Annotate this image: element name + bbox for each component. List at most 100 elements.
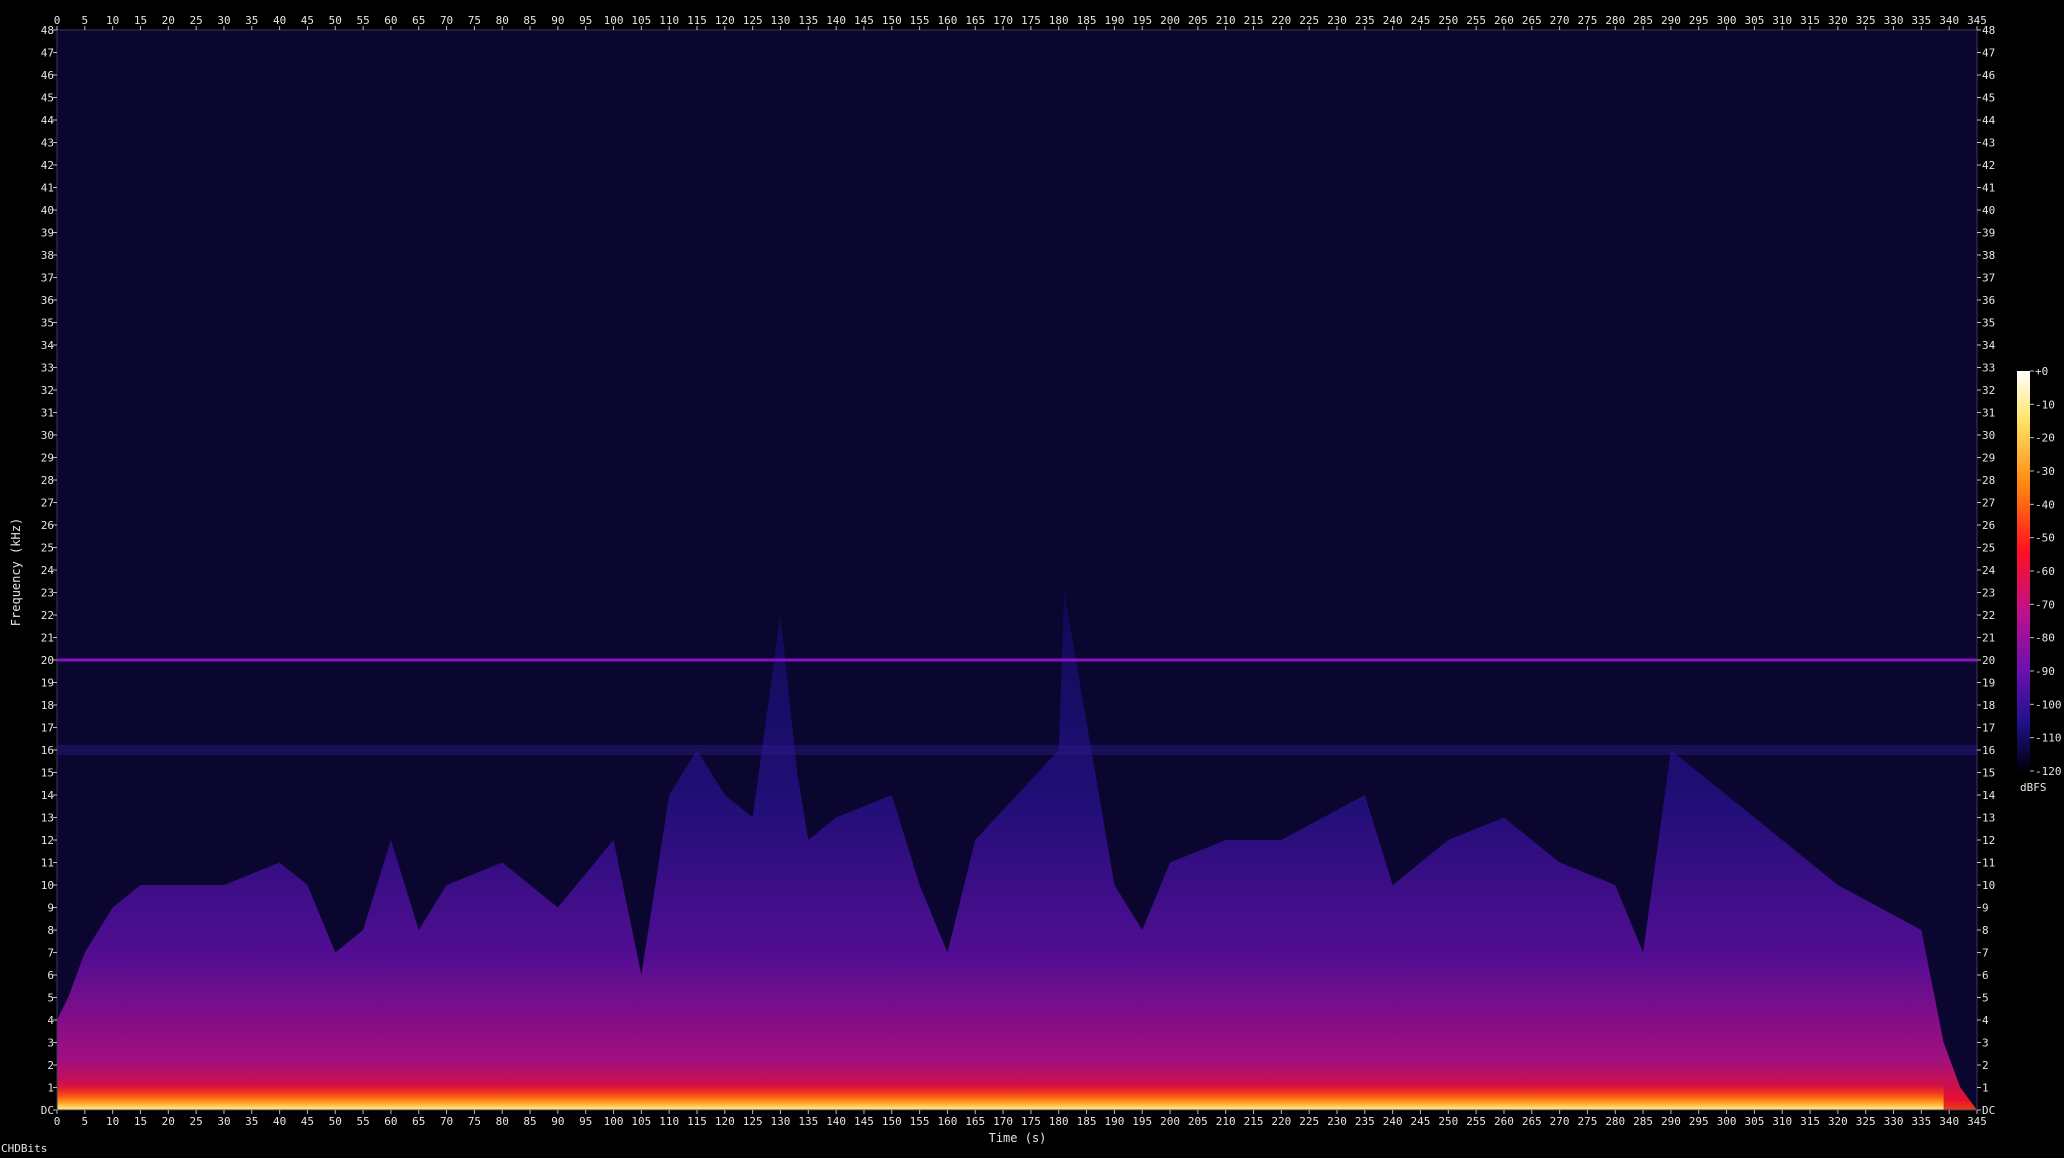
x-tick-label: 240 <box>1383 1115 1403 1128</box>
y-tick-label: 37 <box>1982 272 1995 285</box>
x-tick-label: 285 <box>1633 1115 1653 1128</box>
x-tick-label: 25 <box>190 14 203 27</box>
y-tick-label: 5 <box>1982 992 1989 1005</box>
x-tick-label: 340 <box>1939 1115 1959 1128</box>
y-tick-label: 13 <box>1982 812 1995 825</box>
y-tick-label: 16 <box>1982 744 1995 757</box>
x-tick-label: 35 <box>245 1115 258 1128</box>
y-tick-label: 45 <box>1982 92 1995 105</box>
colorbar-tick-label: -110 <box>2035 732 2062 745</box>
y-tick-label: 21 <box>1982 632 1995 645</box>
y-tick-label: 12 <box>41 834 54 847</box>
x-axis-bottom: 0 5 10 15 20 25 30 35 40 45 50 55 60 65 70 75 80 85 90 95 10… <box>54 1110 1987 1128</box>
x-tick-label: 210 <box>1216 14 1236 27</box>
x-tick-label: 215 <box>1244 1115 1264 1128</box>
y-tick-label: 32 <box>1982 384 1995 397</box>
y-tick-label: 28 <box>41 474 54 487</box>
x-tick-label: 0 <box>54 1115 61 1128</box>
y-tick-label: 10 <box>41 879 54 892</box>
x-tick-label: 135 <box>798 14 818 27</box>
y-axis-label: Frequency (kHz) <box>9 517 23 627</box>
y-tick-label: 2 <box>1982 1059 1989 1072</box>
x-tick-label: 175 <box>1021 14 1041 27</box>
x-tick-label: 120 <box>715 14 735 27</box>
y-tick-label: 47 <box>1982 47 1995 60</box>
y-tick-label: 42 <box>1982 159 1995 172</box>
y-tick-label: 44 <box>41 114 55 127</box>
x-tick-label: 85 <box>523 14 536 27</box>
x-tick-label: 340 <box>1939 14 1959 27</box>
low-frequency-energy <box>57 1083 1944 1110</box>
y-tick-label: 26 <box>41 519 54 532</box>
y-tick-label: 37 <box>41 272 54 285</box>
y-tick-label: 23 <box>1982 587 1995 600</box>
y-tick-label: 19 <box>1982 677 1995 690</box>
y-tick-label: 6 <box>1982 969 1989 982</box>
x-tick-label: 190 <box>1104 14 1124 27</box>
x-tick-label: 75 <box>468 14 481 27</box>
x-tick-label: 150 <box>882 1115 902 1128</box>
x-tick-label: 105 <box>631 1115 651 1128</box>
y-tick-label: 15 <box>41 767 54 780</box>
x-tick-label: 155 <box>910 1115 930 1128</box>
x-tick-label: 225 <box>1299 14 1319 27</box>
x-tick-label: 305 <box>1744 1115 1764 1128</box>
colorbar-tick-label: -120 <box>2035 765 2062 778</box>
y-tick-label: 3 <box>1982 1037 1989 1050</box>
y-tick-label: 46 <box>1982 69 1995 82</box>
y-tick-label: 31 <box>1982 407 1995 420</box>
x-tick-label: 220 <box>1271 1115 1291 1128</box>
x-tick-label: 5 <box>82 1115 89 1128</box>
x-tick-label: 5 <box>82 14 89 27</box>
x-tick-label: 270 <box>1550 14 1570 27</box>
y-tick-label: 9 <box>47 902 54 915</box>
x-tick-label: 120 <box>715 1115 735 1128</box>
x-tick-label: 310 <box>1772 14 1792 27</box>
x-tick-label: 205 <box>1188 14 1208 27</box>
y-tick-label: 16 <box>41 744 54 757</box>
x-tick-label: 140 <box>826 1115 846 1128</box>
y-tick-label: 40 <box>41 204 54 217</box>
x-tick-label: 290 <box>1661 14 1681 27</box>
x-tick-label: 25 <box>190 1115 203 1128</box>
y-tick-label: 39 <box>41 227 54 240</box>
colorbar-tick-label: -90 <box>2035 665 2055 678</box>
x-tick-label: 295 <box>1689 1115 1709 1128</box>
y-tick-label: 38 <box>1982 249 1995 262</box>
x-tick-label: 200 <box>1160 14 1180 27</box>
x-tick-label: 10 <box>106 14 119 27</box>
x-axis-label: Time (s) <box>988 1131 1047 1145</box>
x-tick-label: 45 <box>301 1115 314 1128</box>
y-tick-label: 8 <box>47 924 54 937</box>
x-tick-label: 60 <box>384 14 397 27</box>
y-tick-label: 13 <box>41 812 54 825</box>
x-tick-label: 170 <box>993 1115 1013 1128</box>
y-tick-label: 5 <box>47 992 54 1005</box>
x-tick-label: 35 <box>245 14 258 27</box>
y-tick-label: 23 <box>41 587 54 600</box>
x-tick-label: 270 <box>1550 1115 1570 1128</box>
colorbar-tick-label: -30 <box>2035 465 2055 478</box>
x-tick-label: 20 <box>162 1115 175 1128</box>
x-tick-label: 310 <box>1772 1115 1792 1128</box>
y-tick-label: 26 <box>1982 519 1995 532</box>
colorbar-tick-label: -80 <box>2035 632 2055 645</box>
x-tick-label: 170 <box>993 14 1013 27</box>
colorbar-tick-label: -100 <box>2035 698 2062 711</box>
x-tick-label: 180 <box>1049 1115 1069 1128</box>
y-tick-label: 2 <box>47 1059 54 1072</box>
x-tick-label: 290 <box>1661 1115 1681 1128</box>
x-axis-top: 0 5 10 15 20 25 30 35 40 45 50 55 60 65 70 75 80 85 90 95 10… <box>54 14 1987 30</box>
x-tick-label: 220 <box>1271 14 1291 27</box>
x-tick-label: 15 <box>134 14 147 27</box>
y-tick-label: 48 <box>1982 24 1995 37</box>
x-tick-label: 80 <box>496 14 509 27</box>
y-tick-label: 4 <box>1982 1014 1989 1027</box>
x-tick-label: 130 <box>771 14 791 27</box>
y-tick-label: 14 <box>41 789 55 802</box>
x-tick-label: 50 <box>329 1115 342 1128</box>
y-tick-label: 11 <box>1982 857 1995 870</box>
x-tick-label: 140 <box>826 14 846 27</box>
y-tick-label: 42 <box>41 159 54 172</box>
y-tick-label: 32 <box>41 384 54 397</box>
